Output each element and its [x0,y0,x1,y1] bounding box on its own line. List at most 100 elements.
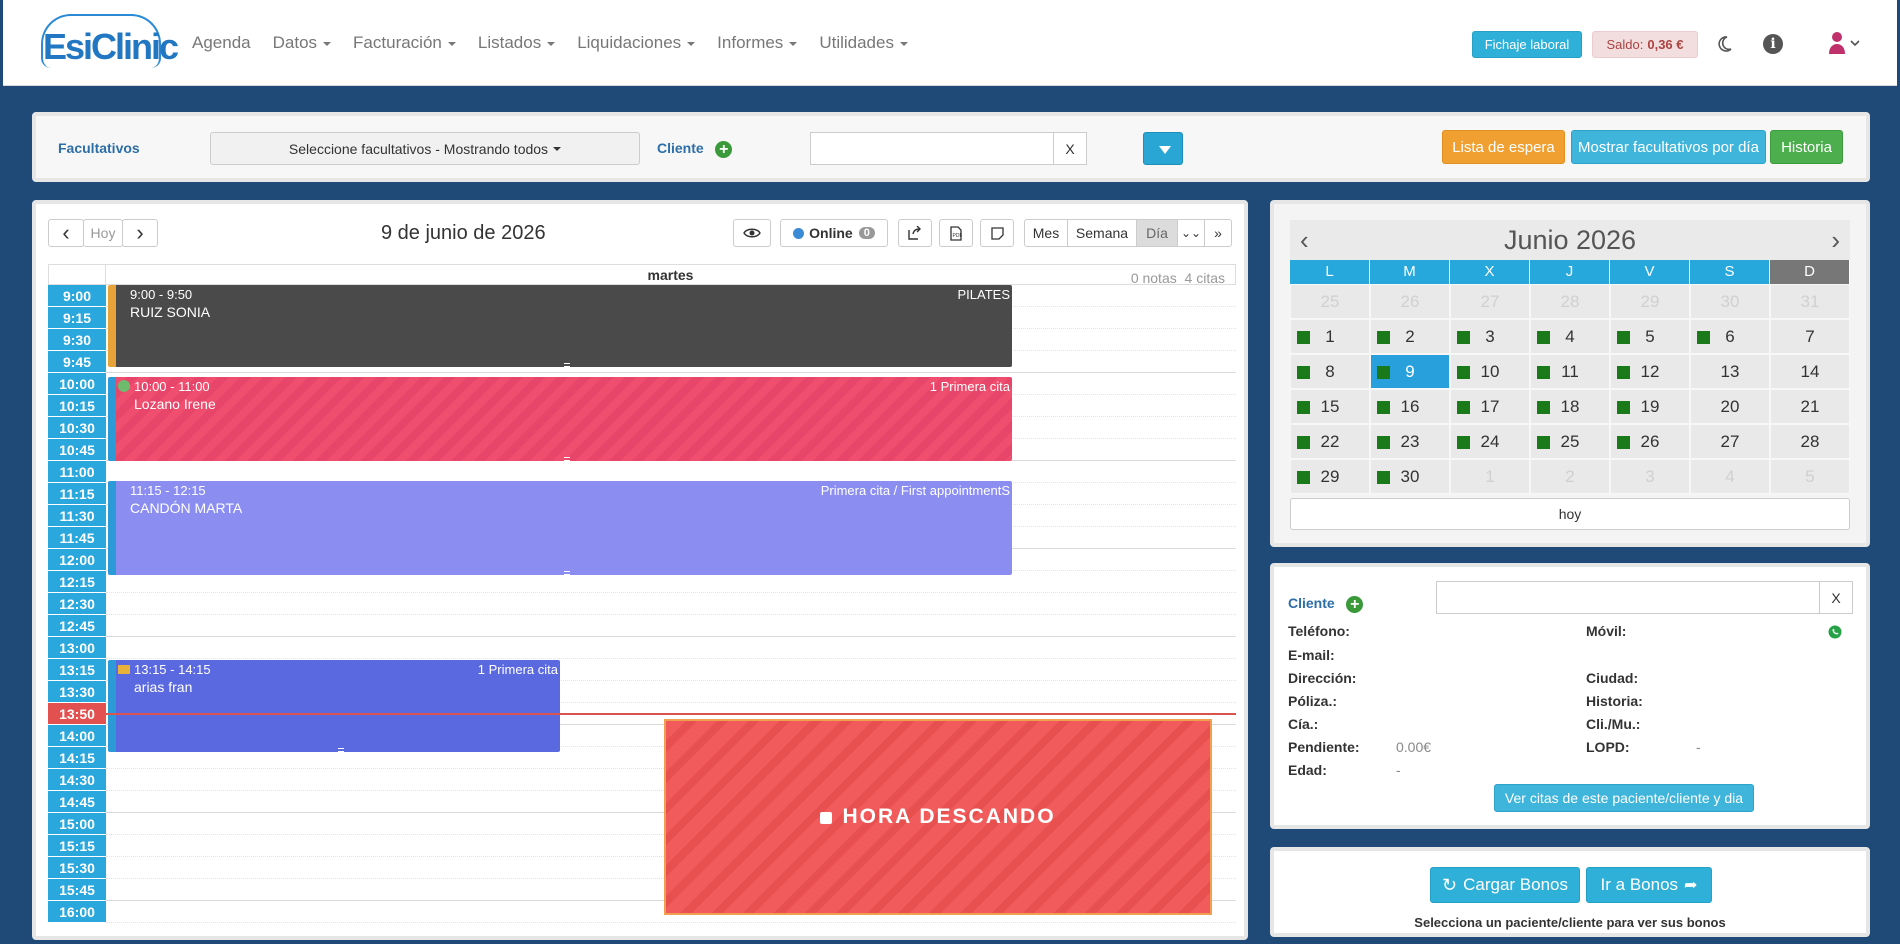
nav-item-utilidades[interactable]: Utilidades [808,33,919,53]
user-icon[interactable] [1827,30,1863,56]
today-button[interactable]: Hoy [83,219,123,247]
nav-item-liquidaciones[interactable]: Liquidaciones [566,33,706,53]
lista-espera-button[interactable]: Lista de espera [1442,130,1565,164]
pdf-button[interactable]: PDF [939,219,973,247]
expand-views-button[interactable]: ⌄⌄ [1177,219,1205,247]
appointment-event[interactable]: 11:15 - 12:15 CANDÓN MARTA Primera cita / … [108,481,1012,575]
cliente-search-input[interactable] [810,132,1054,165]
mini-day[interactable]: 24 [1450,424,1530,459]
mini-day[interactable]: 5 [1610,319,1690,354]
mini-day[interactable]: 4 [1690,459,1770,494]
eye-button[interactable] [733,219,771,247]
mini-day[interactable]: 21 [1770,389,1850,424]
mini-day[interactable]: 16 [1370,389,1450,424]
resize-handle[interactable] [564,363,570,367]
mini-day[interactable]: 31 [1770,284,1850,319]
mini-day[interactable]: 8 [1290,354,1370,389]
facultativos-select[interactable]: Seleccione facultativos - Mostrando todo… [210,132,640,165]
nav-item-listados[interactable]: Listados [467,33,566,53]
mini-day[interactable]: 27 [1450,284,1530,319]
nav-item-informes[interactable]: Informes [706,33,808,53]
appointment-event[interactable]: 10:00 - 11:00 Lozano Irene 1 Primera cita [108,377,1012,461]
mini-day[interactable]: 5 [1770,459,1850,494]
mini-day[interactable]: 14 [1770,354,1850,389]
moon-icon[interactable] [1714,34,1734,54]
clear-cliente-button[interactable]: X [1053,132,1087,165]
mini-day[interactable]: 13 [1690,354,1770,389]
mini-day[interactable]: 2 [1530,459,1610,494]
mini-next-month-button[interactable]: › [1831,225,1840,256]
nav-item-agenda[interactable]: Agenda [181,33,262,53]
mini-day[interactable]: 15 [1290,389,1370,424]
appointment-event[interactable]: 9:00 - 9:50 RUIZ SONIA PILATES [108,285,1012,367]
mini-day[interactable]: 7 [1770,319,1850,354]
mini-day[interactable]: 25 [1290,284,1370,319]
ir-a-bonos-button[interactable]: Ir a Bonos ➦ [1586,867,1712,903]
whatsapp-icon[interactable] [1828,625,1842,639]
mini-day[interactable]: 2 [1370,319,1450,354]
nav-item-datos[interactable]: Datos [262,33,342,53]
resize-handle[interactable] [338,748,344,752]
filter-dropdown-button[interactable] [1143,132,1183,165]
nav-item-facturacion[interactable]: Facturación [342,33,467,53]
client-search-input[interactable] [1436,581,1820,614]
mini-day[interactable]: 22 [1290,424,1370,459]
saldo-badge[interactable]: Saldo: 0,36 € [1592,31,1698,58]
mini-day[interactable]: 29 [1610,284,1690,319]
mini-day[interactable]: 28 [1770,424,1850,459]
mini-today-button[interactable]: hoy [1290,498,1850,530]
time-row[interactable] [106,593,1236,615]
more-views-button[interactable]: » [1204,219,1232,247]
cargar-bonos-button[interactable]: ↻ Cargar Bonos [1430,867,1580,903]
time-row[interactable] [106,461,1236,483]
view-week-button[interactable]: Semana [1067,219,1137,247]
mini-day[interactable]: 27 [1690,424,1770,459]
appointment-event[interactable]: 13:15 - 14:15 arias fran 1 Primera cita [108,660,560,752]
note-button[interactable] [980,219,1014,247]
mini-day[interactable]: 29 [1290,459,1370,494]
mini-day[interactable]: 19 [1610,389,1690,424]
add-client-icon[interactable]: + [1346,596,1364,614]
mini-day[interactable]: 1 [1290,319,1370,354]
next-day-button[interactable]: › [122,219,158,247]
mini-day-today[interactable]: 9 [1370,354,1450,389]
esiclinic-logo[interactable]: EsiClinic [39,10,179,72]
fichaje-laboral-button[interactable]: Fichaje laboral [1472,31,1582,58]
mini-day[interactable]: 12 [1610,354,1690,389]
ver-citas-button[interactable]: Ver citas de este paciente/cliente y dia [1494,784,1754,812]
mini-day[interactable]: 30 [1690,284,1770,319]
mini-day[interactable]: 1 [1450,459,1530,494]
resize-handle[interactable] [564,457,570,461]
prev-day-button[interactable]: ‹ [48,219,84,247]
resize-handle[interactable] [564,571,570,575]
mini-day[interactable]: 11 [1530,354,1610,389]
mini-day[interactable]: 30 [1370,459,1450,494]
view-month-button[interactable]: Mes [1024,219,1068,247]
mini-day[interactable]: 25 [1530,424,1610,459]
mini-day[interactable]: 20 [1690,389,1770,424]
break-block[interactable]: HORA DESCANDO [664,719,1212,915]
nav-item-label: Liquidaciones [577,33,682,52]
mini-day[interactable]: 3 [1610,459,1690,494]
mini-day[interactable]: 18 [1530,389,1610,424]
mini-day[interactable]: 26 [1610,424,1690,459]
mini-day[interactable]: 28 [1530,284,1610,319]
historia-button[interactable]: Historia [1770,130,1843,164]
time-row[interactable] [106,615,1236,637]
add-client-icon[interactable]: + [715,141,733,159]
mini-prev-month-button[interactable]: ‹ [1300,225,1309,256]
mini-day[interactable]: 6 [1690,319,1770,354]
mini-day[interactable]: 17 [1450,389,1530,424]
view-day-button[interactable]: Día [1136,219,1178,247]
info-icon[interactable]: i [1763,34,1783,54]
mini-day[interactable]: 26 [1370,284,1450,319]
time-row[interactable] [106,637,1236,659]
mostrar-facultativos-button[interactable]: Mostrar facultativos por día [1571,130,1766,164]
mini-day[interactable]: 10 [1450,354,1530,389]
mini-day[interactable]: 23 [1370,424,1450,459]
clear-client-button[interactable]: X [1819,581,1853,614]
share-button[interactable] [898,219,932,247]
online-button[interactable]: Online 0 [780,219,888,247]
mini-day[interactable]: 4 [1530,319,1610,354]
mini-day[interactable]: 3 [1450,319,1530,354]
